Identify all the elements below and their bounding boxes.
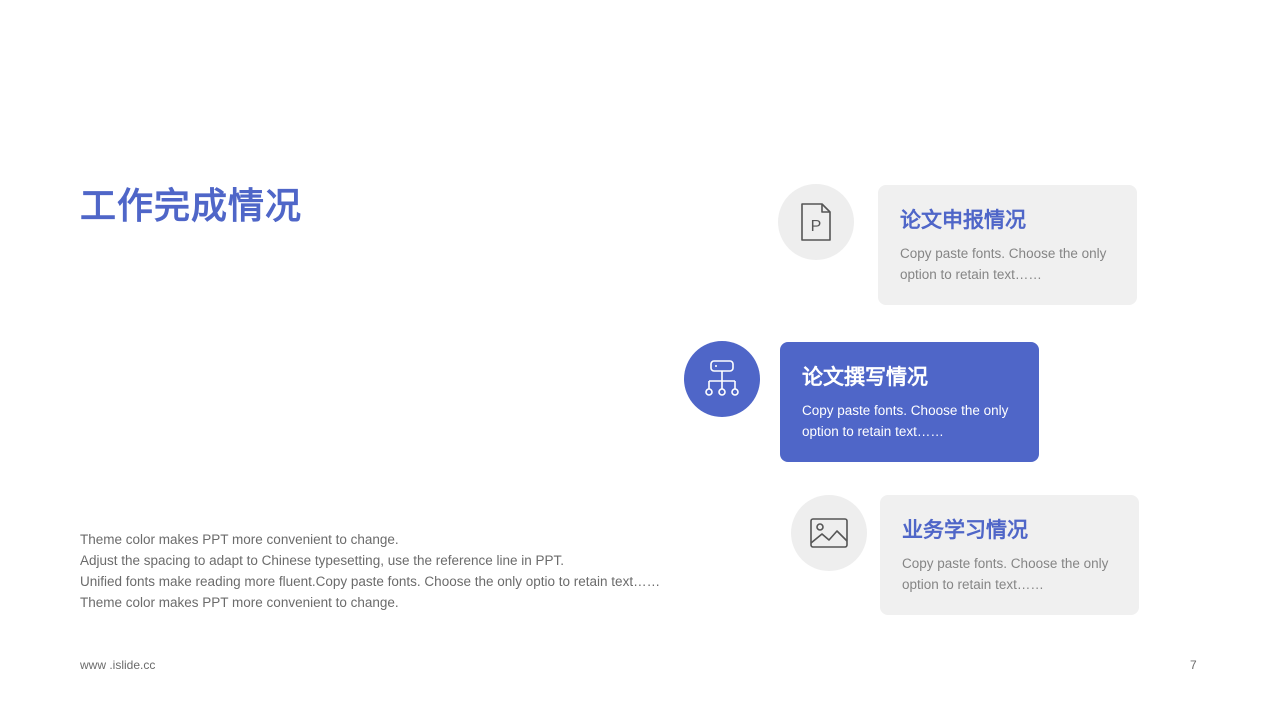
item-1-desc: Copy paste fonts. Choose the only option… — [900, 246, 1107, 282]
item-3-title: 业务学习情况 — [902, 519, 1028, 542]
page-number: 7 — [1190, 658, 1197, 672]
slide: 工作完成情况 Theme color makes PPT more conven… — [0, 0, 1280, 720]
document-p-icon: P — [801, 203, 831, 241]
body-line: Adjust the spacing to adapt to Chinese t… — [80, 553, 565, 568]
item-2-card: 论文撰写情况 Copy paste fonts. Choose the only… — [780, 342, 1039, 462]
item-1-icon-circle: P — [778, 184, 854, 260]
item-2-desc: Copy paste fonts. Choose the only option… — [802, 403, 1009, 439]
image-icon — [810, 518, 848, 548]
item-1-title: 论文申报情况 — [900, 209, 1026, 232]
page-title: 工作完成情况 — [80, 185, 303, 226]
item-1-card: 论文申报情况 Copy paste fonts. Choose the only… — [878, 185, 1137, 305]
svg-text:P: P — [811, 218, 822, 235]
footer-url: www .islide.cc — [80, 658, 156, 672]
item-3-icon-circle — [791, 495, 867, 571]
body-line: Unified fonts make reading more fluent.C… — [80, 574, 661, 589]
item-2-icon-circle — [684, 341, 760, 417]
body-text: Theme color makes PPT more convenient to… — [80, 529, 740, 613]
item-3-desc: Copy paste fonts. Choose the only option… — [902, 556, 1109, 592]
hierarchy-icon — [705, 360, 739, 396]
body-line: Theme color makes PPT more convenient to… — [80, 532, 399, 547]
item-2-title: 论文撰写情况 — [802, 366, 928, 389]
item-3-card: 业务学习情况 Copy paste fonts. Choose the only… — [880, 495, 1139, 615]
body-line: Theme color makes PPT more convenient to… — [80, 595, 399, 610]
